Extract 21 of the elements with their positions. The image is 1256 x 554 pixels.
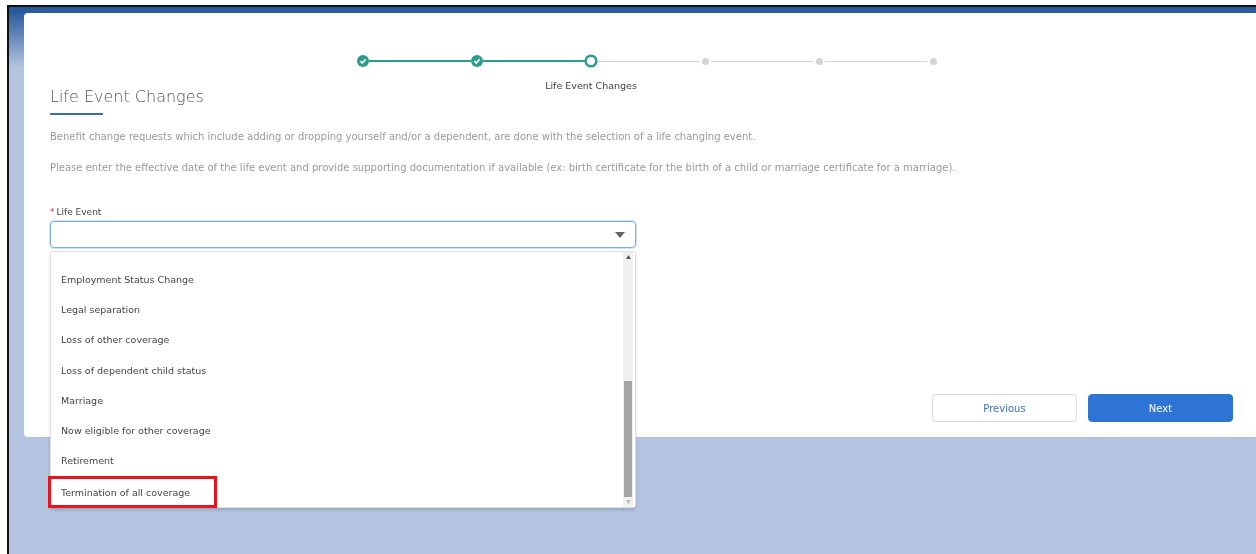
previous-button[interactable]: Previous [932, 394, 1077, 422]
dropdown-option[interactable]: Retirement [61, 445, 114, 477]
next-button[interactable]: Next [1088, 394, 1233, 422]
instruction-text: Benefit change requests which include adding or dropping yourself and/or a dependent, are done with the selection of a life changing event. [50, 131, 757, 142]
dropdown-option[interactable]: Now eligible for other coverage [61, 415, 211, 446]
required-marker: * [50, 207, 55, 217]
dropdown-option[interactable]: Loss of other coverage [61, 324, 170, 355]
field-label: Life Event [56, 207, 102, 217]
life-event-select[interactable] [50, 221, 636, 248]
dropdown-option[interactable]: Marriage [61, 385, 103, 416]
scroll-down-icon[interactable] [625, 500, 631, 504]
section-title: Life Event Changes [50, 87, 205, 106]
caret-icon [615, 231, 625, 238]
step-label: Life Event Changes [545, 80, 637, 91]
dropdown-option[interactable]: Loss of dependent child status [61, 354, 207, 386]
dropdown-option[interactable]: Employment Status Change [61, 264, 194, 295]
scroll-up-icon[interactable] [625, 255, 631, 259]
scrollbar[interactable] [623, 252, 633, 507]
dropdown-option[interactable]: Legal separation [61, 294, 141, 325]
instruction-text: Please enter the effective date of the life event and provide supporting documentation if available (ex: birth certificate for the birth of a child or marriage certificate for a marriage). [50, 162, 957, 173]
dropdown-option[interactable]: Termination of all coverage [51, 479, 215, 506]
